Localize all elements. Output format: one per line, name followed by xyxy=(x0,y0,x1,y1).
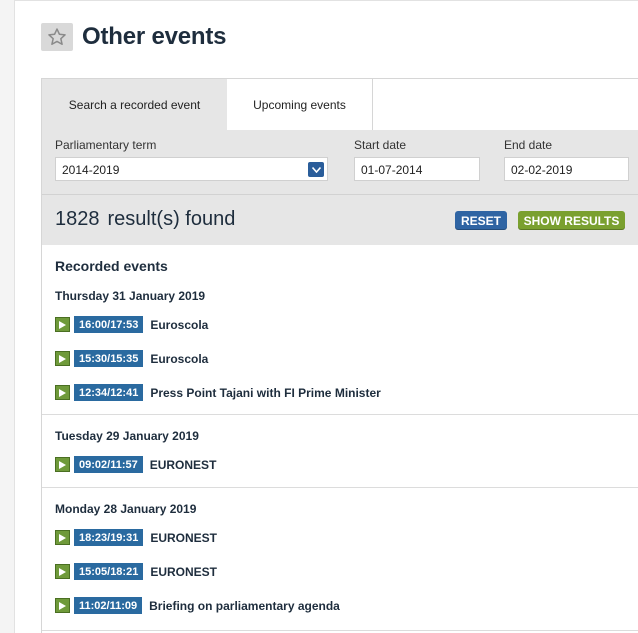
event-name[interactable]: EURONEST xyxy=(150,565,217,579)
results-bar: 1828 result(s) found RESET SHOW RESULTS xyxy=(42,194,638,246)
event-time: 12:34/12:41 xyxy=(74,384,144,401)
event-time: 16:00/17:53 xyxy=(74,316,144,333)
tab-search-recorded[interactable]: Search a recorded event xyxy=(42,79,227,130)
play-icon[interactable] xyxy=(55,564,70,579)
search-panel: Search a recorded event Upcoming events … xyxy=(41,78,638,246)
dropdown-arrow-icon[interactable] xyxy=(308,162,324,177)
start-date-value: 01-07-2014 xyxy=(361,163,423,177)
event-row[interactable]: 11:02/11:09 Briefing on parliamentary ag… xyxy=(55,597,340,614)
play-icon[interactable] xyxy=(55,317,70,332)
event-name[interactable]: Press Point Tajani with FI Prime Ministe… xyxy=(150,386,381,400)
event-time: 15:30/15:35 xyxy=(74,350,144,367)
term-select[interactable]: 2014-2019 xyxy=(55,157,328,181)
play-icon[interactable] xyxy=(55,530,70,545)
page-header: Other events xyxy=(41,23,227,51)
filters-bar: Parliamentary term 2014-2019 Start date … xyxy=(42,130,638,194)
end-date-value: 02-02-2019 xyxy=(511,163,573,177)
end-date-input[interactable]: 02-02-2019 xyxy=(504,157,629,181)
term-value: 2014-2019 xyxy=(62,163,120,177)
start-date-input[interactable]: 01-07-2014 xyxy=(354,157,480,181)
event-time: 11:02/11:09 xyxy=(74,597,143,614)
event-time: 18:23/19:31 xyxy=(74,529,144,546)
event-name[interactable]: EURONEST xyxy=(150,458,217,472)
tab-label: Search a recorded event xyxy=(68,97,201,112)
start-date-label: Start date xyxy=(354,138,407,152)
event-name[interactable]: Euroscola xyxy=(150,318,208,332)
event-row[interactable]: 09:02/11:57 EURONEST xyxy=(55,456,216,473)
divider xyxy=(42,414,638,415)
play-icon[interactable] xyxy=(55,385,70,400)
page-title: Other events xyxy=(82,23,227,50)
event-row[interactable]: 15:05/18:21 EURONEST xyxy=(55,563,217,580)
event-row[interactable]: 16:00/17:53 Euroscola xyxy=(55,316,208,333)
star-icon xyxy=(48,28,66,45)
event-row[interactable]: 12:34/12:41 Press Point Tajani with FI P… xyxy=(55,384,381,401)
results-number: 1828 xyxy=(55,208,100,230)
end-date-label: End date xyxy=(504,138,553,152)
show-results-button[interactable]: SHOW RESULTS xyxy=(518,211,625,230)
page: Other events Search a recorded event Upc… xyxy=(14,0,638,633)
event-name[interactable]: Euroscola xyxy=(150,352,208,366)
play-icon[interactable] xyxy=(55,457,70,472)
results-text: result(s) found xyxy=(107,208,236,230)
divider xyxy=(42,487,638,488)
event-time: 15:05/18:21 xyxy=(74,563,144,580)
term-label: Parliamentary term xyxy=(55,138,157,152)
reset-button[interactable]: RESET xyxy=(455,211,507,230)
event-name[interactable]: EURONEST xyxy=(150,531,217,545)
favorite-star-button[interactable] xyxy=(41,23,73,51)
tab-label: Upcoming events xyxy=(253,97,346,112)
day-title: Thursday 31 January 2019 xyxy=(55,289,206,303)
tab-bar: Search a recorded event Upcoming events xyxy=(42,79,638,130)
divider xyxy=(42,630,638,631)
tab-upcoming-events[interactable]: Upcoming events xyxy=(227,79,373,130)
day-title: Monday 28 January 2019 xyxy=(55,502,197,516)
event-name[interactable]: Briefing on parliamentary agenda xyxy=(149,599,340,613)
event-time: 09:02/11:57 xyxy=(74,456,143,473)
section-heading: Recorded events xyxy=(55,258,168,274)
event-row[interactable]: 15:30/15:35 Euroscola xyxy=(55,350,208,367)
results-count: 1828 result(s) found xyxy=(55,208,235,231)
play-icon[interactable] xyxy=(55,598,70,613)
event-row[interactable]: 18:23/19:31 EURONEST xyxy=(55,529,217,546)
day-title: Tuesday 29 January 2019 xyxy=(55,429,199,443)
recorded-events-list: Recorded events Thursday 31 January 2019… xyxy=(41,245,638,633)
play-icon[interactable] xyxy=(55,351,70,366)
